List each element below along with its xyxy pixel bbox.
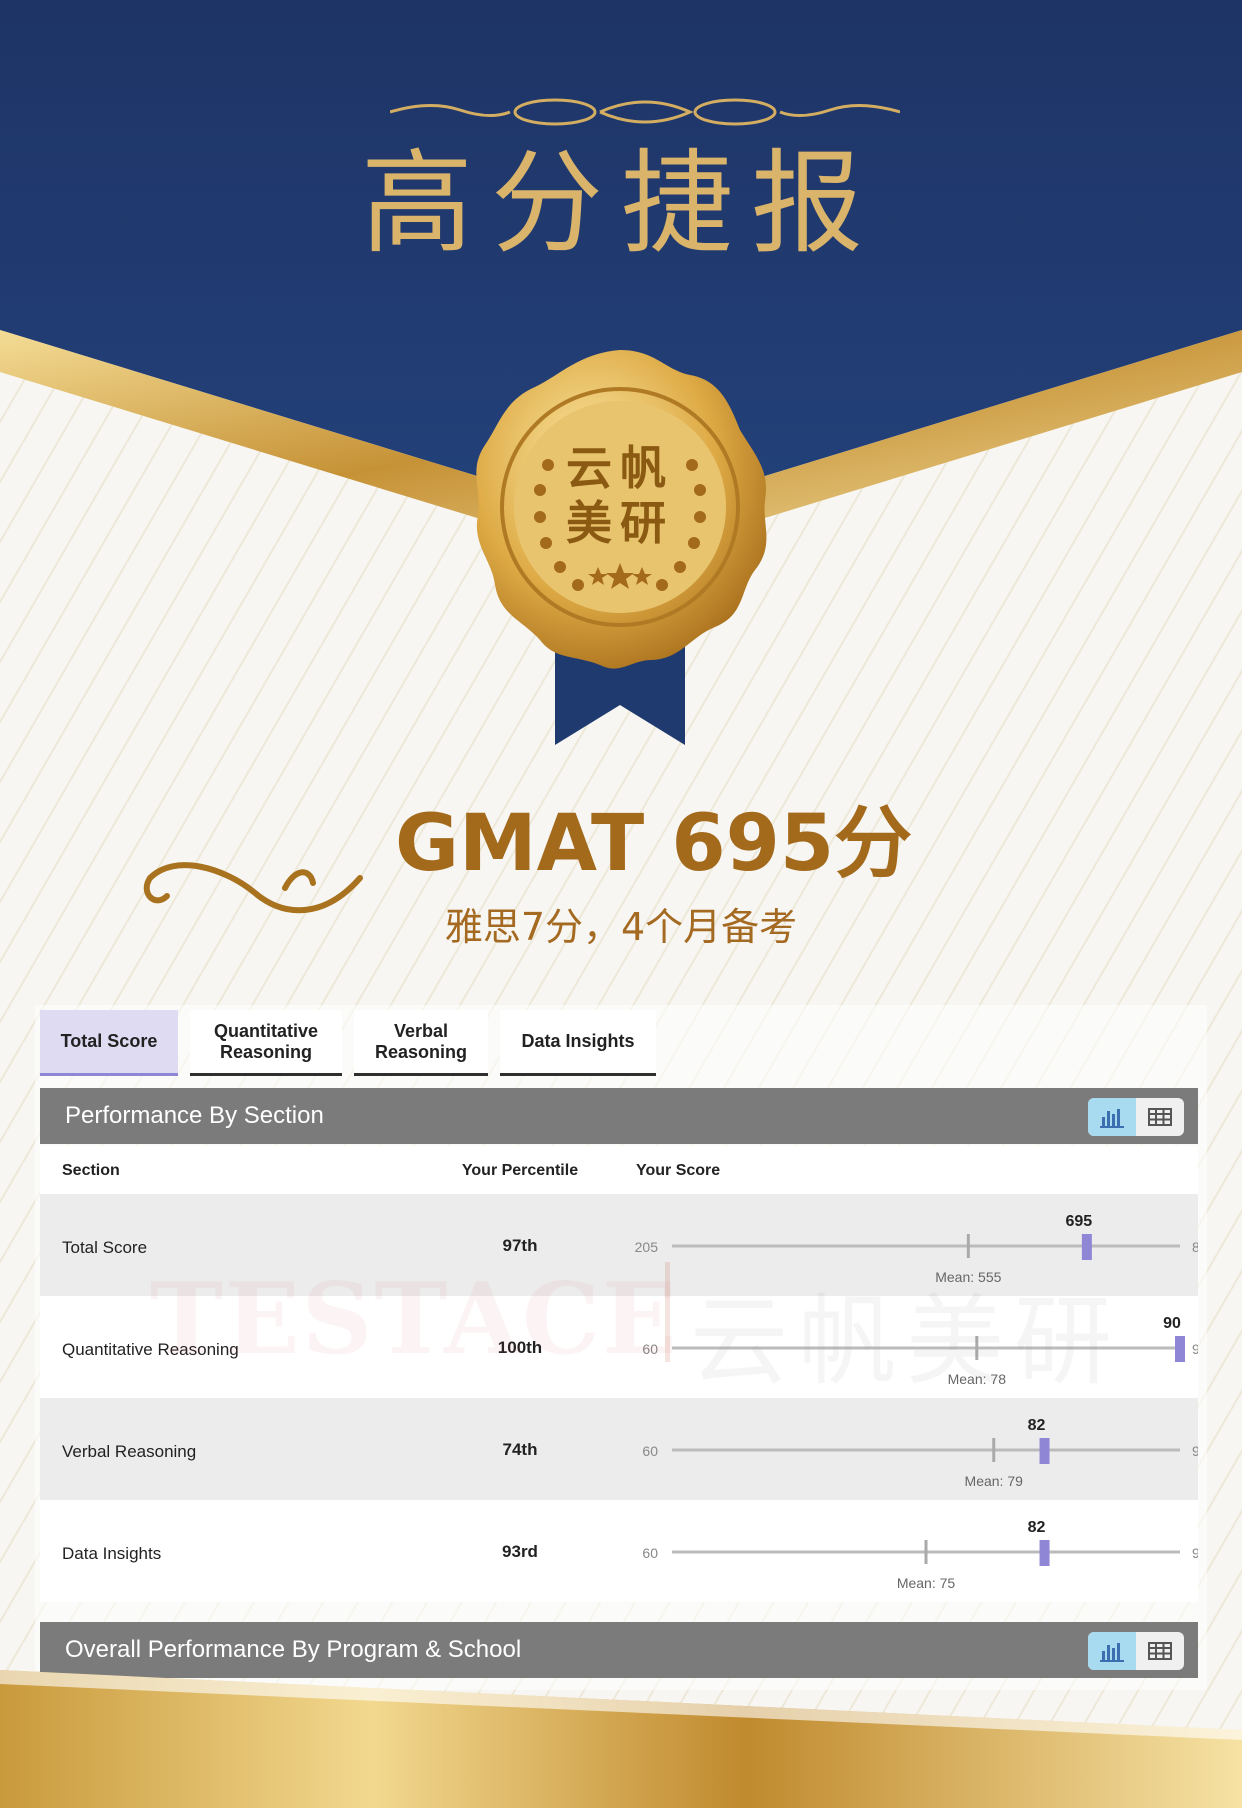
- medal-text-line1: 云帆: [566, 441, 674, 495]
- table-header: Section Your Percentile Your Score: [40, 1146, 1198, 1194]
- range-max-label: 90: [1192, 1443, 1198, 1459]
- table-row: Verbal Reasoning 74th 60 90 Mean: 79 82: [40, 1398, 1198, 1500]
- tab-label: Data Insights: [521, 1031, 635, 1051]
- range-min-label: 60: [642, 1443, 658, 1459]
- table-icon: [1148, 1108, 1172, 1126]
- tab-label: Total Score: [60, 1031, 158, 1051]
- footer-ribbon: [0, 1670, 1242, 1808]
- range-max-label: 90: [1192, 1545, 1198, 1561]
- score-subtitle: 雅思7分，4个月备考: [444, 905, 798, 949]
- score-label: 82: [1028, 1519, 1046, 1536]
- table-row: Data Insights 93rd 60 90 Mean: 75 82: [40, 1500, 1198, 1602]
- chart-view-button[interactable]: [1088, 1632, 1136, 1670]
- column-percentile: Your Percentile: [461, 1162, 579, 1179]
- score-title: GMAT 695分: [395, 799, 913, 889]
- table-view-button[interactable]: [1136, 1632, 1184, 1670]
- medal-badge: 云帆 美研: [450, 345, 790, 745]
- view-toggle: [1088, 1632, 1184, 1670]
- row-section-name: Verbal Reasoning: [62, 1442, 197, 1461]
- score-range-chart: 60 90 Mean: 75 82: [642, 1519, 1198, 1591]
- ornament-icon: [390, 98, 900, 126]
- chart-view-button[interactable]: [1088, 1098, 1136, 1136]
- bar-chart-icon: [1100, 1109, 1124, 1128]
- medal-text-line2: 美研: [566, 496, 674, 550]
- score-label: 695: [1066, 1213, 1093, 1230]
- column-section: Section: [62, 1162, 120, 1179]
- performance-by-section-header: Performance By Section: [40, 1088, 1198, 1144]
- tab-label-line1: Quantitative: [213, 1020, 319, 1041]
- panel-title: Performance By Section: [65, 1102, 324, 1129]
- range-min-label: 205: [635, 1239, 659, 1255]
- row-section-name: Total Score: [62, 1238, 148, 1257]
- score-label: 82: [1028, 1417, 1046, 1434]
- score-marker: [1081, 1234, 1092, 1260]
- table-icon: [1148, 1642, 1172, 1660]
- row-percentile: 74th: [502, 1440, 538, 1459]
- watermark-cjk: 云帆美研: [690, 1285, 1123, 1399]
- mean-label: Mean: 79: [965, 1473, 1024, 1489]
- score-label: 90: [1163, 1315, 1181, 1332]
- range-max-label: 805: [1192, 1239, 1198, 1255]
- watermark-divider: [665, 1262, 670, 1362]
- score-marker: [1039, 1540, 1050, 1566]
- tab-total-score[interactable]: Total Score: [40, 1010, 178, 1076]
- tab-label-line2: Reasoning: [374, 1041, 467, 1062]
- row-percentile: 93rd: [502, 1542, 538, 1561]
- headline: 高分捷报: [361, 139, 881, 269]
- tab-label-line2: Reasoning: [219, 1041, 312, 1062]
- tab-data-insights[interactable]: Data Insights: [500, 1010, 656, 1076]
- tab-label-line1: Verbal: [393, 1020, 449, 1041]
- view-toggle: [1088, 1098, 1184, 1136]
- score-marker: [1039, 1438, 1050, 1464]
- column-score: Your Score: [636, 1162, 721, 1179]
- row-percentile: 97th: [502, 1236, 538, 1255]
- bar-chart-icon: [1100, 1643, 1124, 1662]
- tab-verbal-reasoning[interactable]: Verbal Reasoning: [354, 1010, 488, 1076]
- range-max-label: 90: [1192, 1341, 1198, 1357]
- tab-quantitative-reasoning[interactable]: Quantitative Reasoning: [190, 1010, 342, 1076]
- range-min-label: 60: [642, 1545, 658, 1561]
- watermark-latin: TESTACE: [150, 1262, 679, 1377]
- score-marker: [1175, 1336, 1185, 1362]
- mean-label: Mean: 75: [897, 1575, 956, 1591]
- table-view-button[interactable]: [1136, 1098, 1184, 1136]
- score-range-chart: 60 90 Mean: 79 82: [642, 1417, 1198, 1489]
- row-section-name: Data Insights: [62, 1544, 162, 1563]
